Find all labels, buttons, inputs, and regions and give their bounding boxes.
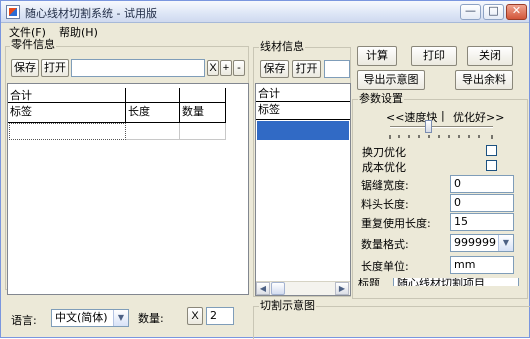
parts-row-label-cell[interactable]	[9, 123, 126, 140]
kerf-label: 锯缝宽度:	[361, 179, 409, 192]
qty-label: 数量:	[138, 312, 164, 325]
parts-col-length[interactable]: 长度	[126, 103, 180, 123]
diagram-title: 切割示意图	[259, 299, 316, 312]
parts-add-button[interactable]: +	[220, 60, 232, 76]
stock-file-path-input[interactable]	[324, 60, 350, 78]
stock-open-button[interactable]: 打开	[292, 60, 321, 78]
parts-col-label[interactable]: 标签	[8, 103, 126, 123]
close-button[interactable]: 关闭	[467, 46, 513, 66]
menu-help[interactable]: 帮助(H)	[59, 24, 98, 40]
parts-total-qty	[180, 88, 226, 103]
parts-row-length-cell[interactable]	[126, 123, 180, 140]
parts-total-length	[126, 88, 180, 103]
stock-grid[interactable]: 合计 标签 ◀ ▶	[255, 83, 351, 296]
compute-button[interactable]: 计算	[357, 46, 397, 66]
stock-hscrollbar[interactable]: ◀ ▶	[256, 281, 350, 295]
project-title-label: 标题	[358, 278, 380, 286]
parts-col-qty[interactable]: 数量	[180, 103, 226, 123]
parts-open-button[interactable]: 打开	[41, 59, 69, 77]
qty-clear-button[interactable]: X	[187, 307, 203, 325]
format-dropdown-icon: ▼	[498, 235, 513, 251]
minimize-icon: —	[465, 4, 476, 17]
stock-save-button[interactable]: 保存	[260, 60, 289, 78]
optimize-better-label: 优化好>>	[453, 111, 505, 124]
unit-input[interactable]: mm	[450, 256, 514, 274]
parts-grid[interactable]: 合计 标签 长度 数量	[7, 83, 249, 295]
stock-total-label: 合计	[256, 86, 350, 102]
params-title: 参数设置	[358, 92, 404, 105]
cost-label: 成本优化	[362, 161, 406, 174]
head-input[interactable]: 0	[450, 194, 514, 212]
scroll-left-icon[interactable]: ◀	[256, 282, 270, 295]
slider-ticks	[389, 135, 493, 139]
menu-bar: 文件(F) 帮助(H)	[1, 23, 529, 39]
head-label: 料头长度:	[361, 198, 409, 211]
close-icon: ✕	[511, 4, 522, 17]
format-value: 999999	[454, 236, 496, 249]
minimize-button[interactable]: —	[460, 4, 481, 20]
qty-input[interactable]: 2	[206, 307, 234, 325]
project-title-row: 标题 随心线材切割项目	[353, 278, 527, 286]
maximize-button[interactable]: □	[483, 4, 504, 20]
language-dropdown-icon: ▼	[113, 310, 128, 326]
language-label: 语言:	[11, 314, 37, 327]
reuse-input[interactable]: 15	[450, 213, 514, 231]
reuse-label: 重复使用长度:	[361, 217, 431, 230]
optimization-slider-thumb[interactable]	[425, 120, 432, 133]
parts-title: 零件信息	[10, 38, 56, 51]
project-title-input[interactable]: 随心线材切割项目	[393, 278, 519, 286]
parts-file-path-input[interactable]	[71, 59, 205, 77]
close-window-button[interactable]: ✕	[506, 4, 527, 20]
parts-save-button[interactable]: 保存	[11, 59, 39, 77]
parts-clear-button[interactable]: X	[207, 60, 219, 76]
app-window: 随心线材切割系统 - 试用版 — □ ✕ 文件(F) 帮助(H) 零件信息 保存…	[0, 0, 530, 339]
cost-checkbox[interactable]	[486, 160, 497, 171]
title-bar[interactable]: 随心线材切割系统 - 试用版 — □ ✕	[1, 1, 529, 23]
parts-remove-button[interactable]: -	[233, 60, 245, 76]
scroll-thumb[interactable]	[271, 282, 285, 295]
optimization-slider-track[interactable]	[390, 126, 493, 128]
scroll-right-icon[interactable]: ▶	[335, 282, 349, 295]
export-remnant-button[interactable]: 导出余料	[455, 70, 513, 90]
tool-change-label: 换刀优化	[362, 146, 406, 159]
unit-label: 长度单位:	[361, 260, 409, 273]
app-icon	[6, 5, 20, 19]
parts-row-qty-cell[interactable]	[180, 123, 226, 140]
window-title: 随心线材切割系统 - 试用版	[25, 7, 157, 20]
speed-separator: |	[441, 109, 445, 122]
stock-selected-row[interactable]	[257, 121, 349, 140]
parts-total-label: 合计	[8, 88, 126, 103]
print-button[interactable]: 打印	[411, 46, 457, 66]
maximize-icon: □	[488, 4, 499, 17]
export-diagram-button[interactable]: 导出示意图	[357, 70, 425, 90]
stock-col-label[interactable]: 标签	[256, 102, 350, 120]
language-select[interactable]: 中文(简体) ▼	[51, 309, 129, 327]
kerf-input[interactable]: 0	[450, 175, 514, 193]
language-value: 中文(简体)	[55, 311, 108, 324]
format-label: 数量格式:	[361, 238, 409, 251]
tool-change-checkbox[interactable]	[486, 145, 497, 156]
format-select[interactable]: 999999 ▼	[450, 234, 514, 252]
stock-title: 线材信息	[259, 40, 305, 53]
